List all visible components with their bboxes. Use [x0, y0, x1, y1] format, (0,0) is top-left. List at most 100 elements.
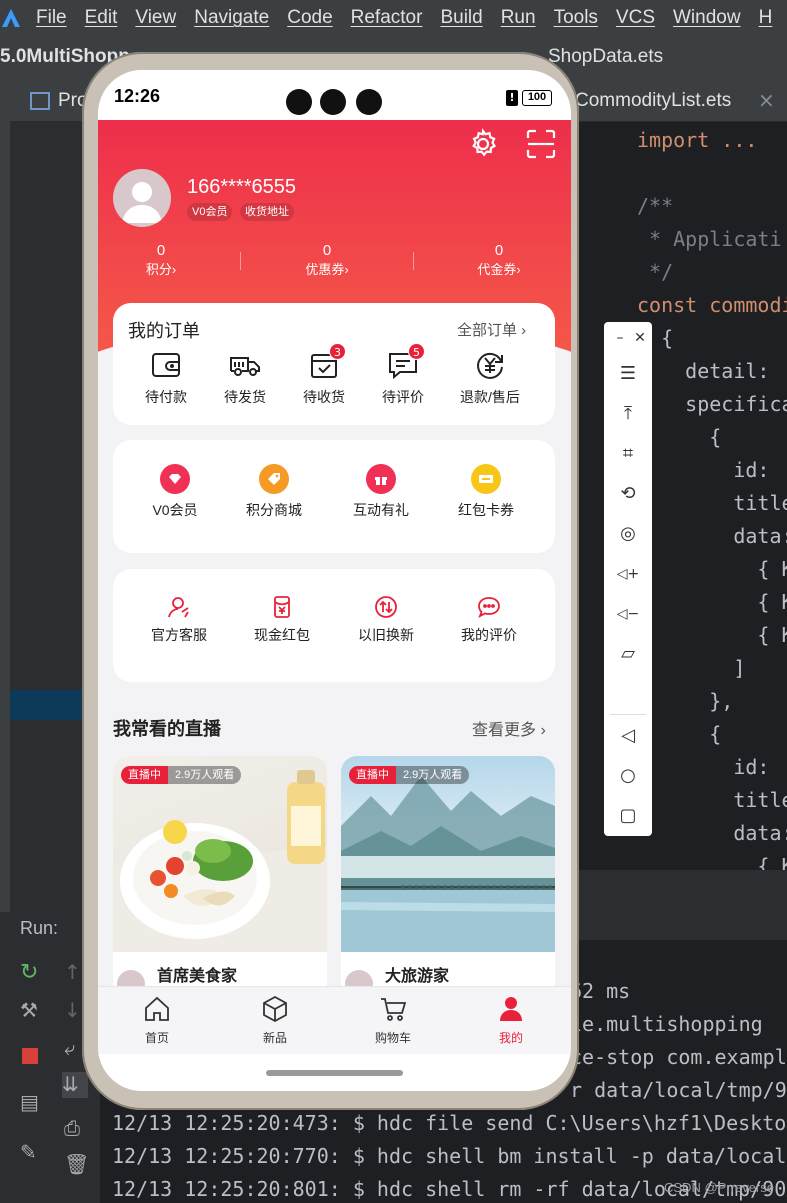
- tab-label: 首页: [144, 1031, 169, 1045]
- live-card-travel[interactable]: 直播中 2.9万人观看 大旅游家: [341, 756, 555, 1016]
- tab-cart[interactable]: 购物车: [353, 995, 433, 1046]
- benefit-label: 互动有礼: [353, 502, 409, 518]
- code-line: */: [637, 260, 674, 284]
- back-icon[interactable]: ◁: [616, 724, 640, 748]
- crop-icon[interactable]: ⌗: [616, 442, 640, 466]
- menu-window[interactable]: Window: [673, 7, 741, 29]
- streamer-name: 首席美食家: [157, 968, 238, 985]
- menu-file[interactable]: File: [36, 7, 67, 29]
- scan-icon[interactable]: [525, 128, 557, 160]
- close-tab-icon[interactable]: ×: [758, 88, 775, 112]
- benefit-red-packet[interactable]: 红包卡券: [446, 464, 526, 520]
- console-line: 12/13 12:25:20:473: $ hdc file send C:\U…: [112, 1111, 787, 1135]
- service-customer[interactable]: 官方客服: [139, 595, 219, 645]
- tab-label: 我的: [498, 1031, 523, 1045]
- code-line: id:: [637, 458, 782, 482]
- wrench-icon[interactable]: ⚒: [20, 998, 46, 1024]
- order-pending-payment[interactable]: 待付款: [126, 349, 206, 407]
- viewer-count: 2.9万人观看: [396, 766, 470, 784]
- benefit-member[interactable]: V0会员: [135, 464, 215, 520]
- avatar[interactable]: [113, 169, 171, 227]
- all-orders-link[interactable]: 全部订单 ›: [457, 319, 526, 340]
- tab-new[interactable]: 新品: [235, 995, 315, 1046]
- tab-mine[interactable]: 我的: [471, 995, 551, 1046]
- stat-label: 代金券›: [477, 262, 521, 277]
- code-line: id:: [637, 755, 782, 779]
- menu-run[interactable]: Run: [501, 7, 536, 29]
- print-icon[interactable]: ⎙: [64, 1116, 90, 1142]
- stop-icon[interactable]: [22, 1048, 38, 1064]
- menu-vcs[interactable]: VCS: [616, 7, 655, 29]
- phone-screen: 12:26 ! 100 166****6555 V0会员 收货地址 0 积分› …: [98, 70, 571, 1091]
- menu-help[interactable]: H: [759, 7, 773, 29]
- menu-icon[interactable]: ☰: [616, 362, 640, 386]
- live-badge: 直播中 2.9万人观看: [121, 766, 242, 784]
- tab-home[interactable]: 首页: [117, 995, 197, 1046]
- rerun-icon[interactable]: ↻: [20, 960, 46, 986]
- member-tag[interactable]: V0会员: [187, 203, 233, 221]
- layout-icon[interactable]: ▤: [20, 1090, 46, 1116]
- trash-icon[interactable]: 🗑: [64, 1152, 90, 1178]
- service-label: 官方客服: [151, 627, 207, 643]
- stat-value: 0: [494, 242, 504, 259]
- stat-coupons[interactable]: 0 优惠券›: [267, 242, 387, 278]
- menu-tools[interactable]: Tools: [554, 7, 598, 29]
- close-icon[interactable]: ✕: [628, 326, 652, 350]
- menu-code[interactable]: Code: [287, 7, 332, 29]
- recents-icon[interactable]: ▢: [616, 804, 640, 828]
- pin-icon[interactable]: ✎: [20, 1140, 46, 1166]
- order-pending-receipt[interactable]: 3 待收货: [284, 343, 364, 407]
- order-refund[interactable]: 退款/售后: [450, 349, 530, 407]
- badge-count: 3: [329, 343, 346, 360]
- code-line: { K: [637, 854, 787, 870]
- order-pending-review[interactable]: 5 待评价: [363, 343, 443, 407]
- address-tag[interactable]: 收货地址: [240, 203, 294, 221]
- benefit-label: 积分商城: [246, 502, 302, 518]
- run-label: Run:: [20, 918, 59, 938]
- home-icon[interactable]: ○: [616, 764, 640, 788]
- service-cash-packet[interactable]: 现金红包: [242, 595, 322, 645]
- menu-view[interactable]: View: [135, 7, 176, 29]
- live-card-food[interactable]: 直播中 2.9万人观看 首席美食家: [113, 756, 327, 1016]
- volume-down-icon[interactable]: ◁−: [616, 602, 640, 626]
- stat-value: 0: [322, 242, 332, 259]
- tab-shopdata[interactable]: ShopData.ets: [548, 46, 663, 68]
- menu-edit[interactable]: Edit: [85, 7, 118, 29]
- settings-gear-icon[interactable]: [467, 128, 499, 160]
- service-trade-in[interactable]: 以旧换新: [346, 595, 426, 645]
- service-my-reviews[interactable]: 我的评价: [449, 595, 529, 645]
- volume-up-icon[interactable]: ◁+: [616, 562, 640, 586]
- services-card: 官方客服 现金红包 以旧换新 我的评价: [113, 569, 555, 682]
- user-icon: [500, 997, 522, 1021]
- benefit-label: V0会员: [152, 502, 198, 518]
- menu-refactor[interactable]: Refactor: [351, 7, 423, 29]
- menu-navigate[interactable]: Navigate: [194, 7, 269, 29]
- order-label: 退款/售后: [460, 389, 520, 405]
- stat-divider: [240, 252, 241, 270]
- screenshot-icon[interactable]: ◎: [616, 522, 640, 546]
- home-indicator[interactable]: [266, 1070, 403, 1076]
- stat-label: 优惠券›: [305, 262, 349, 277]
- project-icon: [30, 92, 50, 110]
- benefit-label: 红包卡券: [458, 502, 514, 518]
- streamer-name: 大旅游家: [385, 968, 450, 985]
- code-line: specifica: [637, 392, 787, 416]
- scroll-end-icon[interactable]: ⇊: [62, 1072, 88, 1098]
- live-more-link[interactable]: 查看更多 ›: [472, 716, 546, 740]
- gift-icon: [366, 464, 396, 494]
- benefit-interactive-gift[interactable]: 互动有礼: [341, 464, 421, 520]
- tab-commodity-list[interactable]: CommodityList.ets: [575, 90, 731, 112]
- benefit-points-mall[interactable]: 积分商城: [234, 464, 314, 520]
- stat-points[interactable]: 0 积分›: [101, 242, 221, 278]
- menu-build[interactable]: Build: [440, 7, 482, 29]
- rotate-icon[interactable]: ⟲: [616, 482, 640, 506]
- code-line: { K: [637, 590, 787, 614]
- pin-top-icon[interactable]: ⤒: [616, 402, 640, 426]
- order-pending-shipment[interactable]: 待发货: [205, 349, 285, 407]
- stat-label: 积分›: [145, 262, 177, 277]
- code-line: ]: [637, 656, 746, 680]
- service-label: 现金红包: [254, 627, 310, 643]
- stat-vouchers[interactable]: 0 代金券›: [439, 242, 559, 278]
- camera-icon: [356, 89, 382, 115]
- shake-icon[interactable]: ▱: [616, 642, 640, 666]
